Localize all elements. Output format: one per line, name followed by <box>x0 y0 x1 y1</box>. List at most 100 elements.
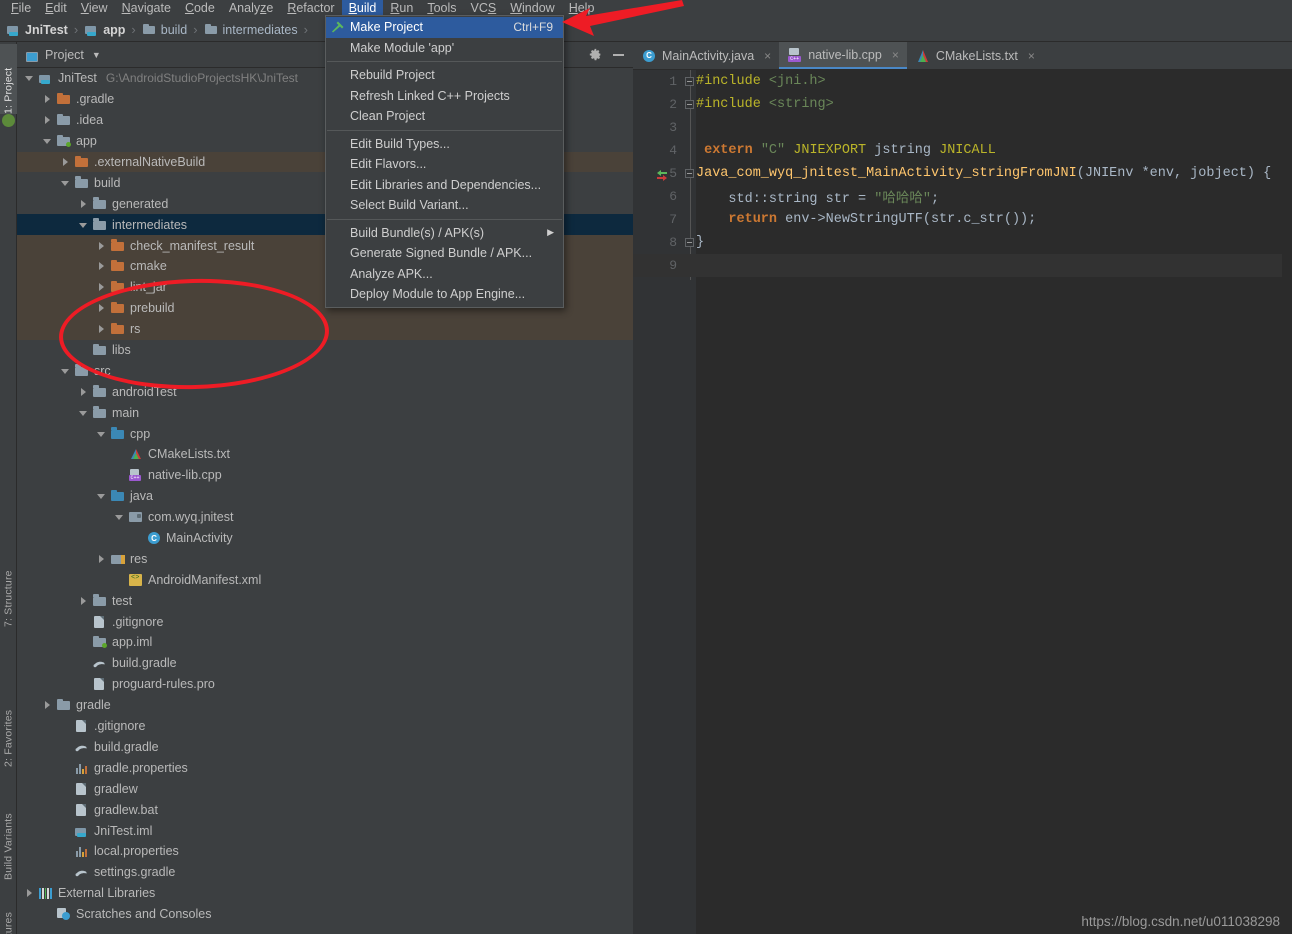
code-fold-toggle[interactable] <box>685 77 694 86</box>
tree-row[interactable]: cpp <box>17 423 633 444</box>
build-menu-item-edit-libraries-and-dependencies[interactable]: Edit Libraries and Dependencies... <box>326 175 563 196</box>
code-area[interactable]: 1 #include <jni.h> 2 #include <string> 3 4 ex… <box>633 70 1292 934</box>
breadcrumb-item-app[interactable]: app <box>84 23 125 37</box>
breadcrumb-item-intermediates[interactable]: intermediates <box>204 23 298 37</box>
tree-row[interactable]: build.gradle <box>17 653 633 674</box>
tree-row[interactable]: java <box>17 486 633 507</box>
chevron-right-icon[interactable] <box>97 261 107 271</box>
code-fold-toggle[interactable] <box>685 169 694 178</box>
chevron-down-icon[interactable] <box>61 366 71 376</box>
chevron-down-icon[interactable] <box>25 73 35 83</box>
chevron-right-icon[interactable] <box>97 303 107 313</box>
tree-row[interactable]: C MainActivity <box>17 528 633 549</box>
chevron-right-icon[interactable] <box>79 596 89 606</box>
close-icon[interactable]: × <box>1028 49 1035 63</box>
tree-row[interactable]: build.gradle <box>17 737 633 758</box>
chevron-right-icon[interactable] <box>43 700 53 710</box>
code-fold-toggle[interactable] <box>685 100 694 109</box>
tree-row[interactable]: External Libraries <box>17 883 633 904</box>
chevron-right-icon[interactable] <box>25 888 35 898</box>
build-menu-item-clean-project[interactable]: Clean Project <box>326 106 563 127</box>
chevron-right-icon[interactable] <box>97 554 107 564</box>
toolwindow-button-layout-captures[interactable]: Layout Captures <box>0 887 17 934</box>
tree-row[interactable]: res <box>17 548 633 569</box>
tree-row[interactable]: settings.gradle <box>17 862 633 883</box>
chevron-right-icon[interactable] <box>61 157 71 167</box>
build-menu-popup[interactable]: Make Project Ctrl+F9 Make Module 'app' Rebu… <box>325 15 564 308</box>
tree-row[interactable]: src <box>17 360 633 381</box>
tree-row[interactable]: proguard-rules.pro <box>17 674 633 695</box>
gear-icon[interactable] <box>589 48 602 61</box>
tree-row[interactable]: AndroidManifest.xml <box>17 569 633 590</box>
chevron-down-icon[interactable] <box>97 429 107 439</box>
minimize-icon[interactable] <box>612 48 625 61</box>
tree-row[interactable]: test <box>17 590 633 611</box>
chevron-down-icon[interactable] <box>79 408 89 418</box>
build-menu-item-edit-flavors[interactable]: Edit Flavors... <box>326 154 563 175</box>
menu-edit[interactable]: Edit <box>38 0 74 18</box>
tree-row[interactable]: gradlew <box>17 778 633 799</box>
chevron-right-icon[interactable] <box>79 387 89 397</box>
chevron-down-icon[interactable]: ▼ <box>92 50 101 60</box>
code-fold-toggle[interactable] <box>685 238 694 247</box>
chevron-down-icon[interactable] <box>79 220 89 230</box>
breadcrumb-item-build[interactable]: build <box>142 23 187 37</box>
editor-tab-native-lib-cpp[interactable]: C++ native-lib.cpp × <box>779 42 907 69</box>
chevron-right-icon[interactable] <box>97 282 107 292</box>
tree-row[interactable]: main <box>17 402 633 423</box>
close-icon[interactable]: × <box>892 48 899 62</box>
build-menu-item-analyze-apk[interactable]: Analyze APK... <box>326 264 563 285</box>
tree-row[interactable]: com.wyq.jnitest <box>17 507 633 528</box>
tree-row[interactable]: JniTest.iml <box>17 820 633 841</box>
chevron-down-icon[interactable] <box>61 178 71 188</box>
build-menu-item-edit-build-types[interactable]: Edit Build Types... <box>326 134 563 155</box>
chevron-down-icon[interactable] <box>115 512 125 522</box>
tree-row[interactable]: local.properties <box>17 841 633 862</box>
chevron-right-icon[interactable] <box>79 199 89 209</box>
tree-row[interactable]: gradle <box>17 695 633 716</box>
build-menu-item-make-project[interactable]: Make Project Ctrl+F9 <box>326 17 563 38</box>
scratch-icon <box>56 907 71 921</box>
tree-row[interactable]: gradle.properties <box>17 757 633 778</box>
editor-tab-mainactivity-java[interactable]: C MainActivity.java × <box>633 42 779 69</box>
build-menu-item-select-build-variant[interactable]: Select Build Variant... <box>326 195 563 216</box>
toolwindow-button-build-variants[interactable]: Build Variants <box>0 780 17 880</box>
chevron-right-icon[interactable] <box>43 94 53 104</box>
toolwindow-button-structure[interactable]: 7: Structure <box>0 532 17 627</box>
build-menu-item-deploy-module-to-app-engine[interactable]: Deploy Module to App Engine... <box>326 284 563 305</box>
breadcrumb-item-jnitest[interactable]: JniTest <box>6 23 68 37</box>
chevron-down-icon[interactable] <box>97 491 107 501</box>
chevron-right-icon[interactable] <box>97 324 107 334</box>
jni-navigate-icon[interactable] <box>655 167 669 181</box>
menu-file[interactable]: File <box>4 0 38 18</box>
toolwindow-button-project[interactable]: 1: Project <box>0 44 17 114</box>
close-icon[interactable]: × <box>764 49 771 63</box>
tree-row[interactable]: gradlew.bat <box>17 799 633 820</box>
toolwindow-button-favorites[interactable]: 2: Favorites <box>0 662 17 767</box>
tree-row[interactable]: .gitignore <box>17 611 633 632</box>
tree-row[interactable]: rs <box>17 318 633 340</box>
tree-row[interactable]: androidTest <box>17 381 633 402</box>
menu-analyze[interactable]: Analyze <box>222 0 280 18</box>
menu-navigate[interactable]: Navigate <box>115 0 178 18</box>
menu-code[interactable]: Code <box>178 0 222 18</box>
build-menu-item-rebuild-project[interactable]: Rebuild Project <box>326 65 563 86</box>
build-menu-item-refresh-linked-c-projects[interactable]: Refresh Linked C++ Projects <box>326 86 563 107</box>
chevron-down-icon[interactable] <box>43 136 53 146</box>
menu-view[interactable]: View <box>74 0 115 18</box>
editor-right-gutter[interactable] <box>1282 70 1292 934</box>
tree-row[interactable]: Scratches and Consoles <box>17 904 633 925</box>
tree-row[interactable]: CMakeLists.txt <box>17 444 633 465</box>
tree-item-label: gradle <box>76 698 111 713</box>
build-menu-item-make-module-app[interactable]: Make Module 'app' <box>326 38 563 59</box>
build-menu-item-build-bundle-s-apk-s[interactable]: Build Bundle(s) / APK(s) ▶ <box>326 223 563 244</box>
build-menu-item-generate-signed-bundle-apk[interactable]: Generate Signed Bundle / APK... <box>326 243 563 264</box>
tree-row[interactable]: C++ native-lib.cpp <box>17 465 633 486</box>
chevron-right-icon[interactable] <box>97 241 107 251</box>
tree-row[interactable]: app.iml <box>17 632 633 653</box>
editor-tab-cmakelists-txt[interactable]: CMakeLists.txt × <box>907 42 1043 69</box>
chevron-right-icon[interactable] <box>43 115 53 125</box>
tree-row[interactable]: .gitignore <box>17 716 633 737</box>
menu-help[interactable]: Help <box>562 0 602 18</box>
tree-row[interactable]: libs <box>17 340 633 361</box>
